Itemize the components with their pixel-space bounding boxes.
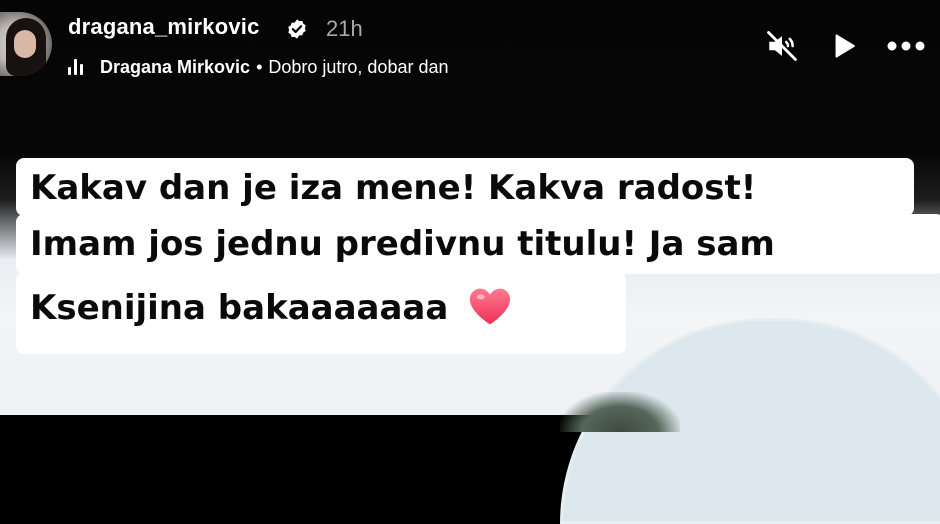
music-song-title: Dobro jutro, dobar dan	[268, 56, 449, 77]
more-options-icon	[887, 41, 925, 51]
photo-plant-shape	[560, 392, 680, 432]
caption-line-3-text: Ksenijina bakaaaaaaa	[30, 288, 449, 328]
caption-line-1: Kakav dan je iza mene! Kakva radost!	[16, 158, 914, 216]
heart-emoji-icon	[470, 288, 511, 325]
story-header: dragana_mirkovic 21h Dragana Mirkovic • …	[0, 0, 940, 90]
mute-toggle-button[interactable]	[762, 26, 802, 66]
story-controls	[740, 26, 926, 66]
music-artist: Dragana Mirkovic	[100, 56, 251, 77]
post-time: 21h	[326, 16, 363, 41]
music-bars-icon	[68, 57, 86, 77]
play-icon	[835, 34, 855, 58]
username-link[interactable]: dragana_mirkovic	[68, 14, 260, 40]
avatar-face	[14, 30, 36, 58]
caption-line-2: Imam jos jednu predivnu titulu! Ja sam	[16, 214, 940, 274]
music-attribution[interactable]: Dragana Mirkovic • Dobro jutro, dobar da…	[68, 54, 449, 80]
avatar[interactable]	[0, 12, 52, 76]
music-separator: •	[256, 56, 263, 77]
play-button[interactable]	[824, 26, 864, 66]
verified-badge-icon	[286, 18, 308, 40]
caption-line-3: Ksenijina bakaaaaaaa	[16, 272, 626, 354]
more-options-button[interactable]	[886, 26, 926, 66]
muted-speaker-icon	[767, 31, 797, 61]
